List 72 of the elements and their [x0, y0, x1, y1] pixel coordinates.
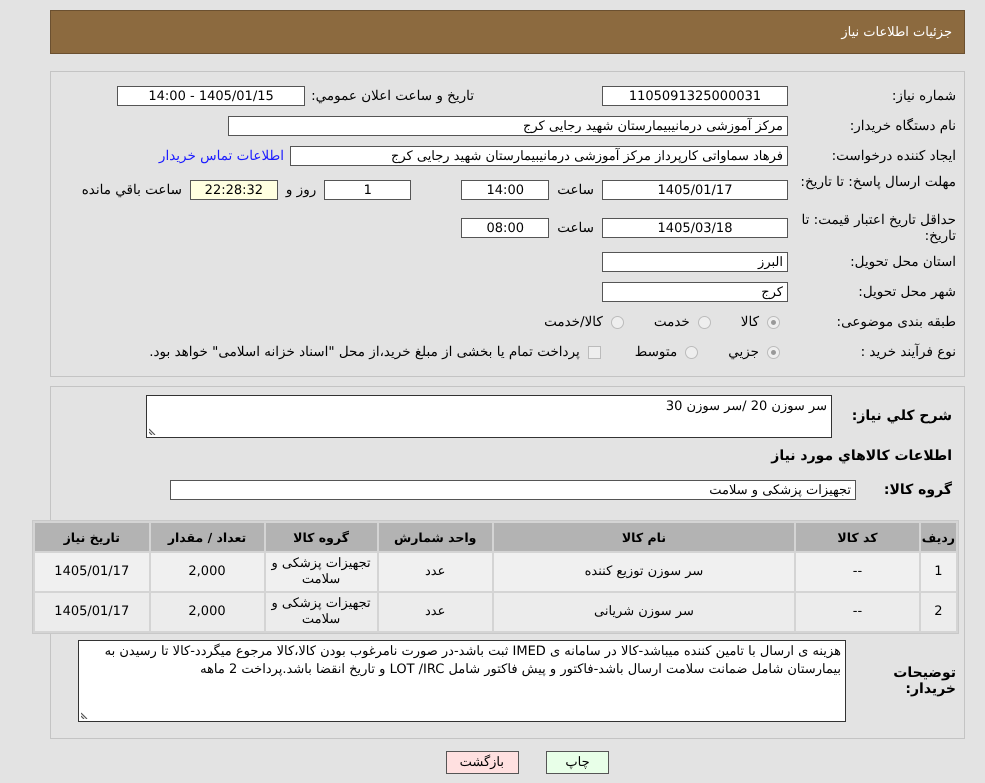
field-label: حداقل تاریخ اعتبار قیمت: تا تاریخ: — [800, 211, 957, 244]
radio-button[interactable] — [685, 346, 698, 358]
table-cell: 1 — [920, 553, 956, 591]
table-cell: -- — [796, 593, 919, 631]
requester-field: فرهاد سماواتی کارپرداز مرکز آموزشی درمانیبیمارستان شهید رجایی کرج — [290, 146, 788, 166]
checkbox[interactable] — [588, 346, 601, 358]
field-label: گروه کالا: — [882, 482, 953, 498]
radio-button[interactable] — [767, 316, 780, 328]
resize-grip-icon[interactable] — [81, 711, 89, 719]
table-cell: عدد — [378, 593, 492, 631]
option-label: خدمت — [654, 314, 690, 330]
column-header: تاریخ نیاز — [35, 523, 149, 551]
buyer-field: مرکز آموزشی درمانیبیمارستان شهید رجایی کرج — [228, 116, 788, 136]
print-button[interactable]: چاپ — [546, 751, 609, 774]
table-cell: تجهیزات پزشکی و سلامت — [266, 593, 377, 631]
back-button[interactable]: بازگشت — [446, 751, 519, 774]
field-label: نام دستگاه خریدار: — [848, 118, 957, 134]
contact-link[interactable]: اطلاعات تماس خریدار — [158, 148, 284, 164]
column-header: واحد شمارش — [378, 523, 492, 551]
table-cell: عدد — [378, 553, 492, 591]
radio-button[interactable] — [610, 316, 624, 328]
table-cell: 2 — [920, 593, 956, 631]
field-label: شماره نیاز: — [890, 88, 957, 104]
time-field: 14:00 — [461, 180, 550, 200]
column-header: تعداد / مقدار — [150, 523, 264, 551]
table-cell: سر سوزن شریانی — [494, 593, 794, 631]
table-cell: تجهیزات پزشکی و سلامت — [266, 553, 377, 591]
remaining-time-field: 22:28:32 — [190, 180, 278, 200]
table-cell: 1405/01/17 — [35, 553, 149, 591]
column-header: کد کالا — [796, 523, 919, 551]
radio-button[interactable] — [698, 316, 711, 328]
column-header: نام کالا — [494, 523, 794, 551]
goods-group-field: تجهیزات پزشکی و سلامت — [170, 480, 856, 500]
days-field: 1 — [324, 180, 412, 200]
option-label: کالا — [740, 314, 759, 330]
field-label: اطلاعات كالاهاي مورد نياز — [771, 448, 953, 464]
resize-grip-icon[interactable] — [149, 427, 157, 435]
field-label: ساعت — [557, 220, 594, 236]
field-label: ایجاد کننده درخواست: — [830, 148, 957, 164]
field-label: تاريخ و ساعت اعلان عمومي: — [311, 88, 474, 104]
field-label: استان محل تحویل: — [849, 254, 957, 270]
field-label: مهلت ارسال پاسخ: تا تاریخ: — [799, 173, 957, 190]
time-field: 08:00 — [461, 218, 550, 238]
column-header: رديف — [920, 523, 956, 551]
table-cell: 2,000 — [150, 593, 264, 631]
description-field[interactable]: سر سوزن 20 /سر سوزن 30 — [146, 395, 832, 438]
field-label: ساعت باقي مانده — [82, 182, 182, 198]
province-field: البرز — [602, 252, 788, 272]
announce-date-field: 1405/01/15 - 14:00 — [117, 86, 306, 106]
option-label: جزيي — [728, 344, 759, 360]
option-label: کالا/خدمت — [544, 314, 603, 330]
table-cell: -- — [796, 553, 919, 591]
date-field: 1405/03/18 — [602, 218, 788, 238]
table-cell: سر سوزن توزیع کننده — [494, 553, 794, 591]
checkbox-label: پرداخت تمام یا بخشی از مبلغ خرید،از محل "اسناد خزانه اسلامی" خواهد بود. — [149, 344, 580, 360]
radio-button[interactable] — [767, 346, 780, 358]
page-title: جزئیات اطلاعات نیاز — [841, 24, 952, 40]
field-label: شهر محل تحویل: — [857, 284, 957, 300]
field-label: نوع فرآیند خرید : — [860, 344, 957, 360]
field-label: ساعت — [557, 182, 594, 198]
option-label: متوسط — [634, 344, 678, 360]
table-cell: 1405/01/17 — [35, 593, 149, 631]
field-label: شرح كلي نياز: — [850, 408, 953, 424]
field-label: توضیحات خریدار: — [892, 665, 957, 697]
date-field: 1405/01/17 — [602, 180, 788, 200]
city-field: کرج — [602, 282, 788, 302]
column-header: گروه کالا — [266, 523, 377, 551]
field-label: روز و — [286, 182, 316, 198]
need-number-field: 1105091325000031 — [602, 86, 788, 106]
field-label: طبقه بندی موضوعی: — [836, 314, 957, 330]
table-cell: 2,000 — [150, 553, 264, 591]
notes-field[interactable]: هزینه ی ارسال با تامین کننده میباشد-کالا در سامانه ی IMED ثبت باشد-در صورت نامرغوب بودن کالا،کالا مرجوع میگردد-کالا تا رسیدن به بیمارستان شامل ضمانت سلامت ارسال باشد-فاکتور و پیش فاکتور شامل LOT /IRC و تاریخ انقضا باشد.پرداخت 2 ماهه — [78, 640, 846, 722]
